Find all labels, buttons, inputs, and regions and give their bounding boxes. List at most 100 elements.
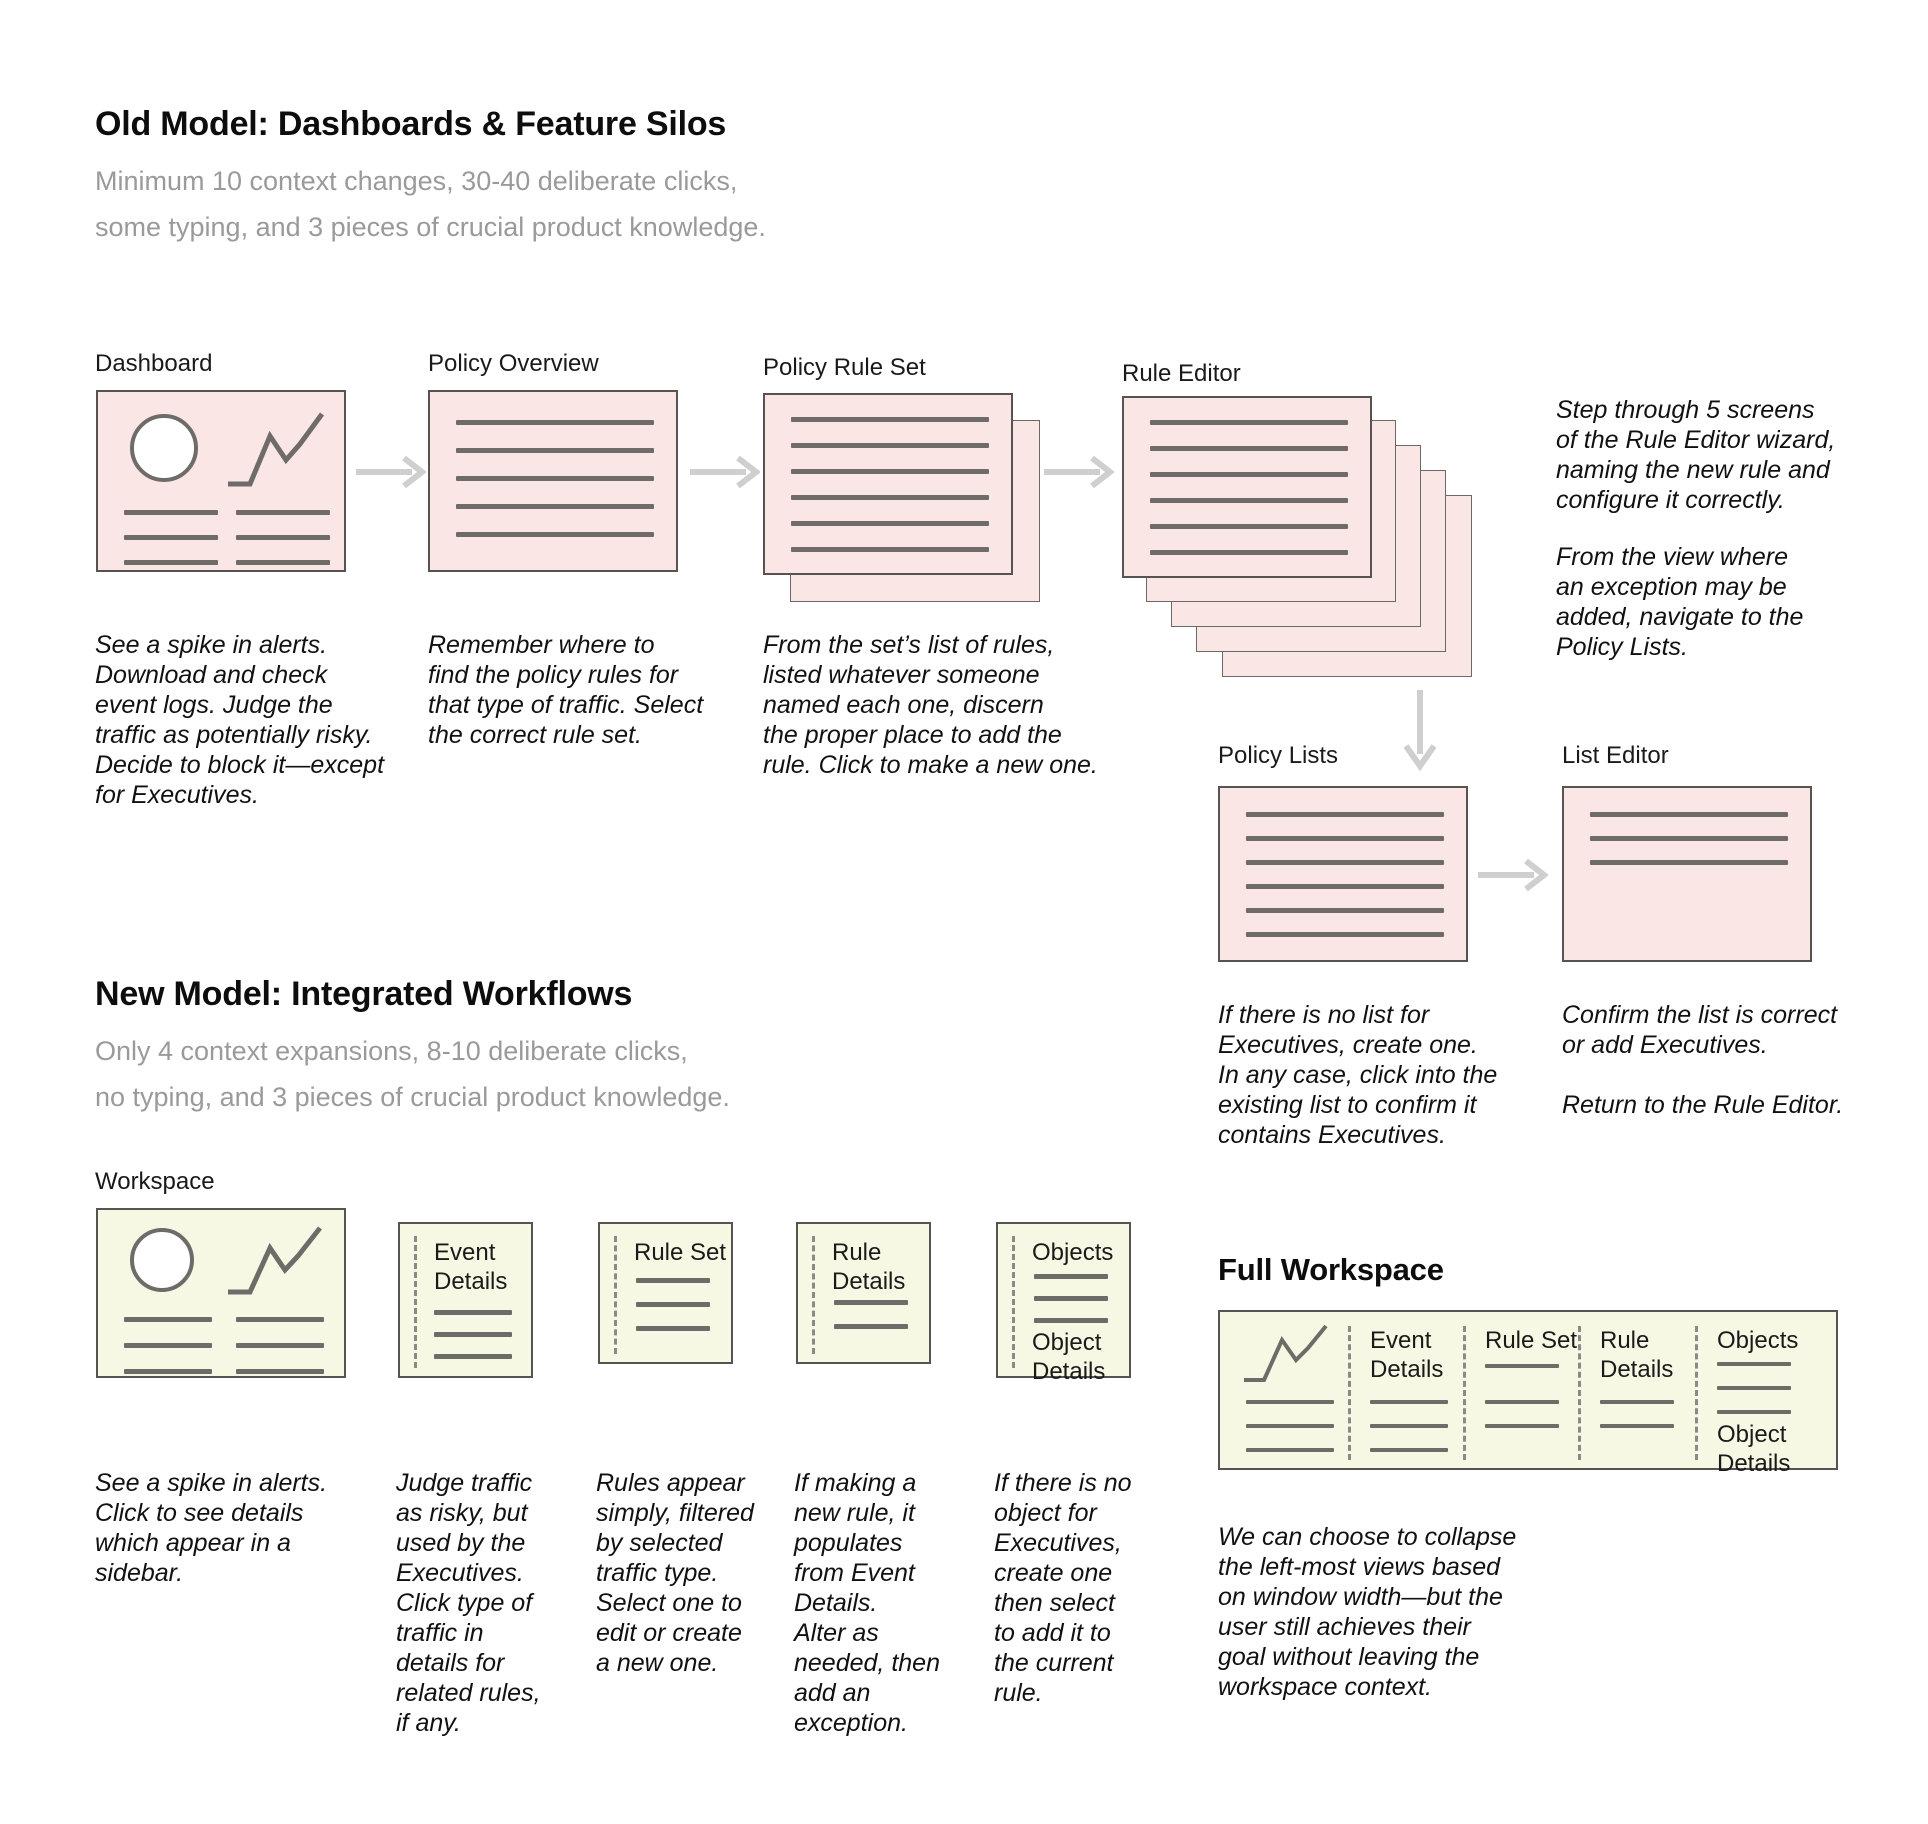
placeholder-line <box>791 469 989 474</box>
placeholder-line <box>1590 812 1788 817</box>
fw-column-title-rule-details: Rule Details <box>1600 1327 1674 1383</box>
panel-title-objects: Objects <box>1032 1239 1114 1266</box>
column-divider <box>812 1236 815 1354</box>
placeholder-line <box>1485 1364 1559 1368</box>
screen-label-dashboard: Dashboard <box>95 350 213 377</box>
placeholder-line <box>236 510 330 515</box>
column-divider <box>1463 1326 1466 1460</box>
placeholder-line <box>1590 860 1788 865</box>
panel-title-object-details: Object Details <box>1032 1329 1106 1385</box>
placeholder-line <box>1246 908 1444 913</box>
screen-label-policy-lists: Policy Lists <box>1218 742 1339 769</box>
workspace-panel-objects[interactable]: Objects Object Details <box>996 1222 1131 1385</box>
line-chart-icon <box>1244 1324 1328 1382</box>
placeholder-line <box>1246 1424 1334 1428</box>
flow-arrow-1 <box>356 455 426 489</box>
column-divider <box>1348 1326 1351 1460</box>
caption-event-details: Judge traffic as risky, but used by the … <box>396 1469 541 1737</box>
caption-rule-details: If making a new rule, it populates from … <box>794 1469 940 1737</box>
placeholder-line <box>236 1369 324 1374</box>
caption-list-editor: Confirm the list is correct or add Execu… <box>1562 1001 1844 1119</box>
donut-chart-icon <box>130 1228 194 1292</box>
fw-column-title-object-details: Object Details <box>1717 1421 1791 1477</box>
placeholder-line <box>124 510 218 515</box>
placeholder-line <box>124 535 218 540</box>
placeholder-line <box>456 532 654 537</box>
placeholder-line <box>636 1326 710 1331</box>
placeholder-line <box>1717 1410 1791 1414</box>
note-rule-editor-wizard: Step through 5 screens of the Rule Edito… <box>1556 396 1836 514</box>
screen-box-policy-lists[interactable] <box>1218 786 1468 962</box>
placeholder-line <box>1246 836 1444 841</box>
placeholder-line <box>791 547 989 552</box>
new-model-subtitle: Only 4 context expansions, 8-10 delibera… <box>95 1036 730 1112</box>
flow-arrow-down <box>1403 690 1437 772</box>
screen-label-list-editor: List Editor <box>1562 742 1669 769</box>
placeholder-line <box>1034 1318 1108 1323</box>
screen-box-list-editor[interactable] <box>1562 786 1812 962</box>
placeholder-line <box>791 443 989 448</box>
fw-column-title-rule-set: Rule Set <box>1485 1327 1578 1354</box>
placeholder-line <box>236 1317 324 1322</box>
placeholder-line <box>434 1310 512 1315</box>
placeholder-line <box>1485 1424 1559 1428</box>
placeholder-line <box>1246 932 1444 937</box>
screen-box-policy-overview[interactable] <box>428 390 678 572</box>
workspace-panel-main[interactable] <box>96 1208 346 1378</box>
old-model-title: Old Model: Dashboards & Feature Silos <box>95 105 727 143</box>
workspace-panel-rule-set[interactable]: Rule Set <box>598 1222 733 1364</box>
screen-box-rule-editor[interactable] <box>1122 396 1372 578</box>
placeholder-line <box>1485 1400 1559 1404</box>
placeholder-line <box>124 560 218 565</box>
placeholder-line <box>1717 1362 1791 1366</box>
placeholder-line <box>236 560 330 565</box>
fw-column-title-event-details: Event Details <box>1370 1327 1444 1383</box>
placeholder-line <box>1246 1400 1334 1404</box>
placeholder-line <box>456 448 654 453</box>
caption-policy-rule-set: From the set’s list of rules, listed wha… <box>763 631 1098 779</box>
flow-arrow-4 <box>1478 858 1548 892</box>
column-divider <box>1578 1326 1581 1460</box>
placeholder-line <box>124 1317 212 1322</box>
placeholder-line <box>434 1332 512 1337</box>
placeholder-line <box>1370 1448 1448 1452</box>
placeholder-line <box>456 504 654 509</box>
column-divider <box>614 1236 617 1354</box>
workspace-label: Workspace <box>95 1168 215 1195</box>
caption-workspace-main: See a spike in alerts. Click to see deta… <box>95 1469 328 1587</box>
column-divider <box>1695 1326 1698 1460</box>
panel-title-event-details: Event Details <box>434 1239 508 1295</box>
placeholder-line <box>456 476 654 481</box>
screen-box-policy-rule-set[interactable] <box>763 393 1013 575</box>
panel-title-rule-details: Rule Details <box>832 1239 906 1295</box>
placeholder-line <box>236 535 330 540</box>
placeholder-line <box>236 1343 324 1348</box>
diagram-canvas: Old Model: Dashboards & Feature Silos Mi… <box>0 0 1928 1824</box>
placeholder-line <box>1717 1386 1791 1390</box>
placeholder-line <box>1150 446 1348 451</box>
placeholder-line <box>791 417 989 422</box>
placeholder-line <box>1590 836 1788 841</box>
placeholder-line <box>1246 860 1444 865</box>
screen-label-rule-editor: Rule Editor <box>1122 360 1241 387</box>
placeholder-line <box>1246 1448 1334 1452</box>
full-workspace-panel[interactable]: Event Details Rule Set Rule Details Obje… <box>1218 1310 1838 1477</box>
workspace-panel-event-details[interactable]: Event Details <box>398 1222 533 1378</box>
workspace-panel-rule-details[interactable]: Rule Details <box>796 1222 931 1364</box>
screen-label-policy-rule-set: Policy Rule Set <box>763 354 926 381</box>
placeholder-line <box>1150 472 1348 477</box>
screen-box-dashboard[interactable] <box>96 390 346 572</box>
caption-rule-set: Rules appear simply, filtered by selecte… <box>596 1469 754 1677</box>
caption-policy-lists: If there is no list for Executives, crea… <box>1218 1001 1498 1149</box>
caption-full-workspace: We can choose to collapse the left-most … <box>1218 1523 1517 1701</box>
line-chart-icon <box>228 412 325 487</box>
placeholder-line <box>1150 524 1348 529</box>
placeholder-line <box>1034 1296 1108 1301</box>
fw-column-title-objects: Objects <box>1717 1327 1799 1354</box>
placeholder-line <box>1600 1400 1674 1404</box>
placeholder-line <box>834 1324 908 1329</box>
placeholder-line <box>1246 812 1444 817</box>
placeholder-line <box>1150 498 1348 503</box>
old-model-subtitle: Minimum 10 context changes, 30-40 delibe… <box>95 166 766 242</box>
new-model-title: New Model: Integrated Workflows <box>95 975 633 1013</box>
